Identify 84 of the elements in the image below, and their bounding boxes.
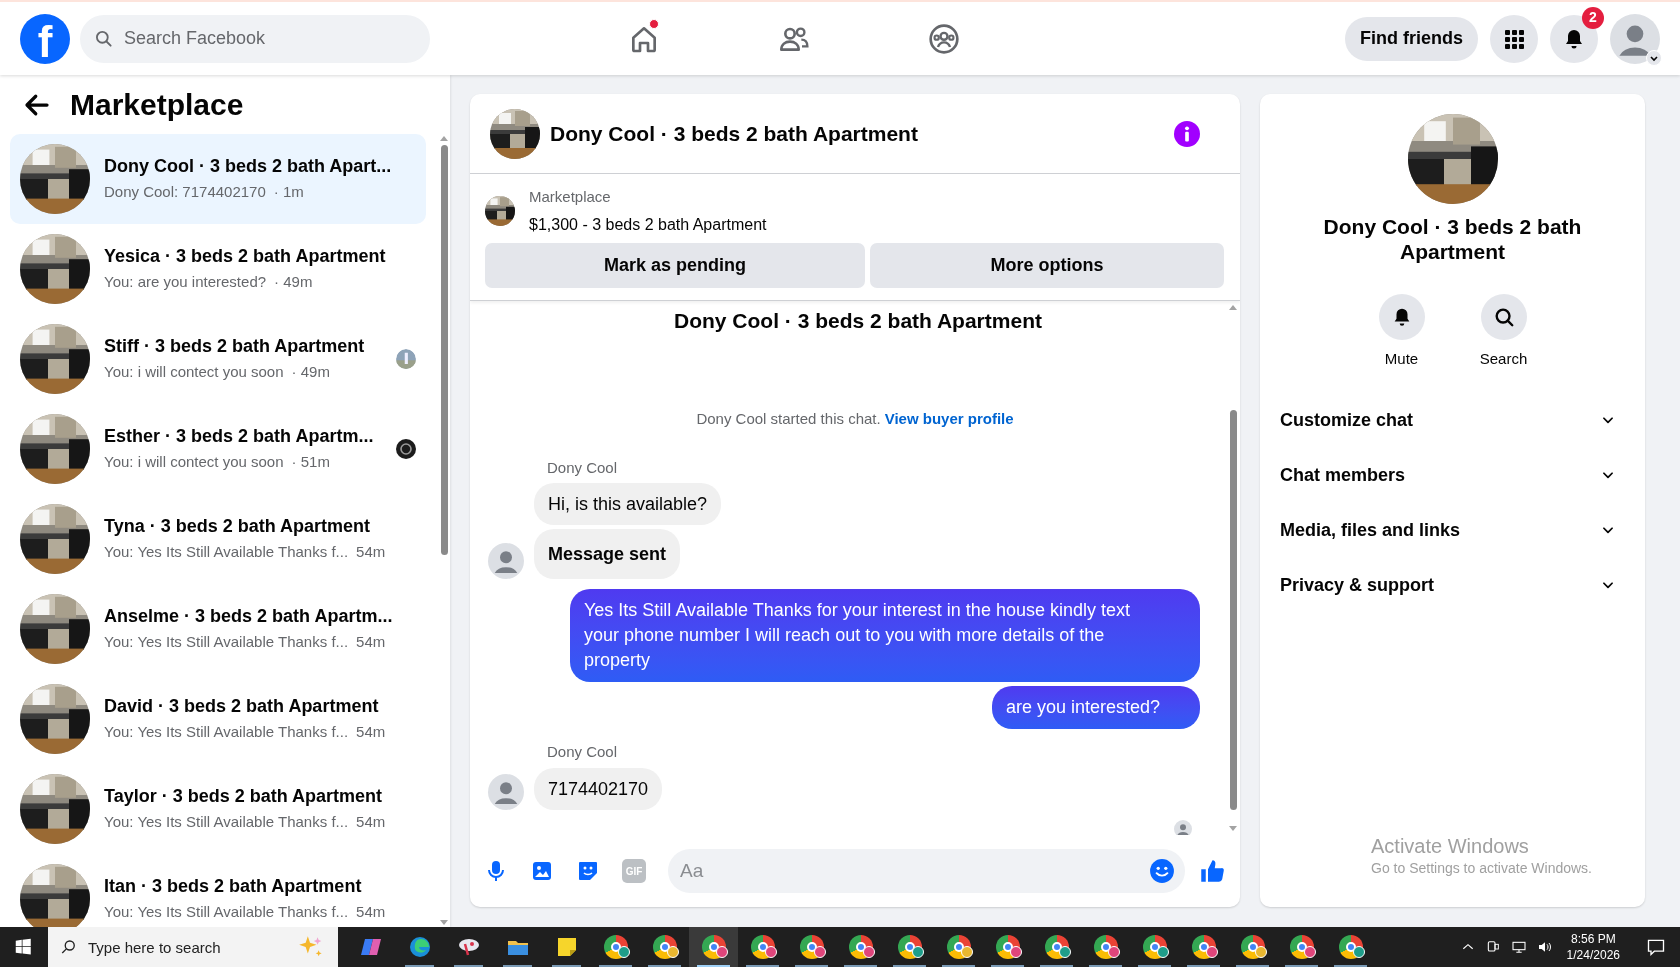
- find-friends-button[interactable]: Find friends: [1345, 16, 1478, 61]
- taskbar-search-field[interactable]: Type here to search: [48, 927, 338, 967]
- edge-icon: [407, 935, 432, 959]
- message-preview: You: Yes Its Still Available Thanks f...: [104, 632, 349, 653]
- search-button[interactable]: Search: [1473, 294, 1534, 371]
- groups-icon: [928, 22, 960, 55]
- clock[interactable]: 8:56 PM 1/24/2026: [1562, 931, 1624, 963]
- conversation-title: Tyna · 3 beds 2 bath Apartment: [104, 515, 372, 539]
- message-bubble: Yes Its Still Available Thanks for your interest in the house kindly text your phone number I will reach out to you with more details of the property: [570, 589, 1200, 682]
- sender-name: Dony Cool: [547, 457, 619, 478]
- caret-icon: [1646, 49, 1662, 66]
- sender-name: Dony Cool: [547, 742, 619, 762]
- message-time: 54m: [356, 632, 386, 653]
- notification-badge: 2: [1582, 6, 1604, 29]
- sticker-icon[interactable]: [576, 859, 600, 883]
- message-preview: You: Yes Its Still Available Thanks f...: [104, 542, 349, 563]
- menu-button[interactable]: [1490, 14, 1538, 63]
- seen-avatar-icon: [396, 439, 416, 459]
- message-preview: You: i will contect you soon: [104, 452, 284, 473]
- message-time: 54m: [356, 722, 386, 743]
- conversation-title: Yesica · 3 beds 2 bath Apartment: [104, 245, 387, 269]
- buyer-profile-link[interactable]: View buyer profile: [884, 408, 1014, 431]
- thumbs-up-icon[interactable]: [1199, 857, 1226, 885]
- conversation-title: David · 3 beds 2 bath Apartment: [104, 695, 380, 719]
- conversation-title: Dony Cool · 3 beds 2 bath Apart...: [104, 155, 393, 179]
- message-bubble: Hi, is this available?: [534, 483, 722, 525]
- message-time: 54m: [356, 812, 386, 833]
- mute-button[interactable]: Mute: [1371, 294, 1432, 371]
- seen-avatar-icon: [396, 349, 416, 369]
- chrome-icon: [995, 935, 1020, 959]
- page-title: Marketplace: [70, 87, 244, 123]
- conversation-title: Esther · 3 beds 2 bath Apartm...: [104, 425, 375, 449]
- message-time: 54m: [356, 542, 386, 563]
- search-icon: [94, 28, 114, 49]
- notification-center-icon[interactable]: [1646, 937, 1666, 957]
- chat-title: Dony Cool · 3 beds 2 bath Apartment: [550, 120, 919, 147]
- message-preview: You: are you interested?: [104, 272, 267, 293]
- info-icon[interactable]: [1174, 120, 1200, 147]
- windows-start-icon[interactable]: [15, 938, 33, 956]
- listing-summary: $1,300 - 3 beds 2 bath Apartment: [529, 214, 767, 235]
- section-toggle[interactable]: Media, files and links: [1270, 502, 1635, 558]
- message-time: 54m: [356, 902, 386, 923]
- system-note: Dony Cool started this chat.: [696, 409, 881, 429]
- conversation-title: Taylor · 3 beds 2 bath Apartment: [104, 785, 384, 809]
- scrollbar-thumb[interactable]: [440, 145, 448, 555]
- profile-button[interactable]: [1610, 13, 1660, 64]
- message-time: · 49m: [274, 272, 313, 293]
- message-input[interactable]: Aa: [668, 849, 1185, 893]
- message-preview: You: i will contect you soon: [104, 362, 284, 383]
- activation-notice-text: Go to Settings to activate Windows.: [1371, 859, 1592, 878]
- section-toggle[interactable]: Privacy & support: [1270, 557, 1635, 613]
- message-preview: You: Yes Its Still Available Thanks f...: [104, 812, 349, 833]
- activation-notice-title: Activate Windows: [1371, 834, 1530, 858]
- message-bubble: Message sent: [534, 529, 681, 579]
- message-time: · 49m: [291, 362, 330, 383]
- conversation-name: Dony Cool · 3 beds 2 bath Apartment: [1322, 214, 1583, 264]
- conversation-title: Itan · 3 beds 2 bath Apartment: [104, 875, 363, 899]
- avatar-icon: [1610, 13, 1660, 64]
- conversation-item[interactable]: Dony Cool · 3 beds 2 bath Apart... Dony Cool: 7174402170 · 1m: [10, 134, 426, 224]
- message-preview: You: Yes Its Still Available Thanks f...: [104, 722, 349, 743]
- conversation-title: Stiff · 3 beds 2 bath Apartment: [104, 335, 366, 359]
- network-icon[interactable]: [1510, 939, 1527, 955]
- search-icon: [60, 938, 78, 956]
- facebook-logo[interactable]: f: [20, 13, 70, 64]
- section-toggle[interactable]: Chat members: [1270, 447, 1635, 503]
- thread-title: Dony Cool · 3 beds 2 bath Apartment: [674, 307, 1042, 334]
- conversation-title: Anselme · 3 beds 2 bath Apartm...: [104, 605, 394, 629]
- scrollbar-thumb[interactable]: [1229, 409, 1237, 810]
- emoji-icon[interactable]: [1149, 858, 1175, 884]
- message-bubble: are you interested?: [991, 686, 1200, 729]
- read-receipt-icon: [1174, 819, 1192, 835]
- message-time: · 51m: [291, 452, 330, 473]
- more-options-button[interactable]: More options: [870, 242, 1224, 288]
- message-bubble: 7174402170: [534, 767, 663, 810]
- message-time: · 1m: [273, 182, 304, 203]
- section-toggle[interactable]: Customize chat: [1270, 392, 1635, 448]
- message-preview: You: Yes Its Still Available Thanks f...: [104, 902, 349, 923]
- mark-pending-button[interactable]: Mark as pending: [485, 242, 865, 288]
- taskbar-app[interactable]: [689, 927, 738, 967]
- search-field[interactable]: Search Facebook: [80, 14, 430, 63]
- notifications-button[interactable]: [1550, 14, 1598, 63]
- listing-source: Marketplace: [529, 187, 612, 207]
- message-preview: Dony Cool: 7174402170: [104, 182, 266, 203]
- image-icon[interactable]: [530, 859, 554, 883]
